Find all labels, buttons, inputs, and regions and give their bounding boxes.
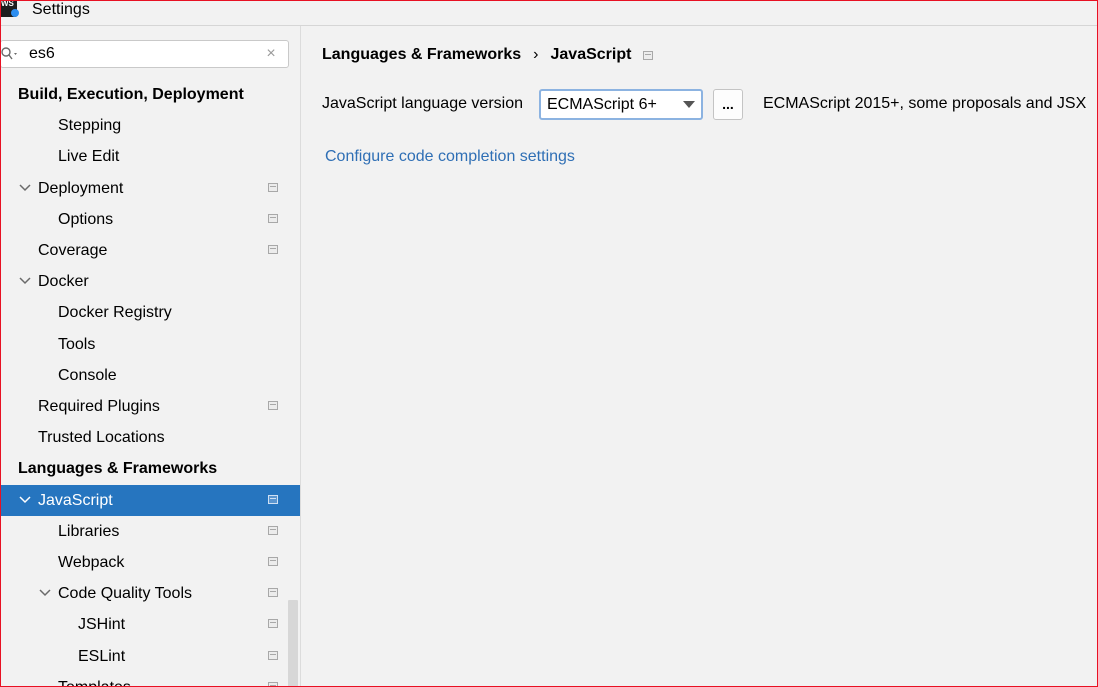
tree-item-webpack[interactable]: Webpack (1, 547, 300, 578)
chevron-down-icon[interactable] (39, 587, 51, 599)
settings-window: WS Settings × Build, Execution, Deployme… (0, 0, 1098, 687)
chevron-down-icon[interactable] (19, 182, 31, 194)
search-input[interactable] (29, 44, 249, 64)
tree-item-docker[interactable]: Docker (1, 266, 300, 297)
tree-item-label: Languages & Frameworks (18, 460, 218, 478)
settings-content: Languages & Frameworks › JavaScript JavaSc… (301, 26, 1097, 686)
tree-item-console[interactable]: Console (1, 360, 300, 391)
tree-item-label: ESLint (78, 647, 126, 665)
tree-item-deployment[interactable]: Deployment (1, 173, 300, 204)
configure-code-completion-link[interactable]: Configure code completion settings (325, 147, 575, 167)
search-box[interactable]: × (1, 40, 289, 68)
version-description: ECMAScript 2015+, some proposals and JSX (763, 95, 1087, 112)
tree-item-label: Coverage (38, 242, 108, 259)
chevron-down-icon[interactable] (19, 275, 31, 287)
js-language-version-select[interactable]: ECMAScript 6+ (539, 89, 703, 120)
settings-sidebar: × Build, Execution, Deployment Stepping Li… (1, 26, 301, 686)
project-level-icon (268, 681, 278, 686)
project-level-icon (268, 494, 278, 504)
project-level-icon (268, 557, 278, 566)
tree-item-required-plugins[interactable]: Required Plugins (1, 391, 300, 422)
tree-item-label: Trusted Locations (38, 429, 165, 447)
tree-item-label: Stepping (58, 117, 122, 135)
tree-item-libraries[interactable]: Libraries (1, 516, 300, 547)
tree-item-label: Docker Registry (58, 304, 172, 322)
project-level-icon (268, 401, 278, 410)
tree-item-javascript[interactable]: JavaScript (1, 484, 300, 516)
tree-item-label: Code Quality Tools (58, 585, 192, 603)
project-level-icon (268, 213, 278, 223)
project-level-icon (268, 525, 278, 535)
tree-item-label: Live Edit (58, 148, 120, 166)
tree-item-label: JavaScript (38, 491, 113, 509)
tree-item-label: JSHint (78, 616, 126, 634)
breadcrumb: Languages & Frameworks › JavaScript (322, 45, 631, 65)
tree-item-docker-registry[interactable]: Docker Registry (1, 297, 300, 328)
js-language-version-label: JavaScript language version (322, 95, 524, 112)
tree-item-label: Required Plugins (38, 398, 160, 415)
project-level-icon (268, 650, 278, 660)
project-level-icon (268, 588, 278, 598)
tree-item-label: Webpack (58, 554, 125, 571)
tree-item-label: Docker (38, 273, 89, 291)
chevron-down-icon[interactable] (19, 494, 31, 506)
breadcrumb-current: JavaScript (550, 46, 632, 63)
dropdown-arrow-icon[interactable] (683, 101, 695, 108)
tree-item-label: Build, Execution, Deployment (18, 86, 244, 103)
tree-item-eslint[interactable]: ESLint (1, 641, 300, 672)
tree-item-build-execution-deployment[interactable]: Build, Execution, Deployment (1, 79, 300, 110)
tree-item-coverage[interactable]: Coverage (1, 235, 300, 266)
tree-item-templates[interactable]: Templates (1, 672, 300, 686)
tree-item-label: Tools (58, 335, 96, 353)
project-level-icon (268, 182, 278, 192)
tree-item-jshint[interactable]: JSHint (1, 609, 300, 640)
tree-item-label: Options (58, 210, 114, 228)
webstorm-app-icon: WS (1, 1, 19, 17)
tree-item-label: Templates (58, 672, 131, 686)
tree-item-trusted-locations[interactable]: Trusted Locations (1, 422, 300, 453)
title-bar: WS Settings (1, 1, 1097, 26)
breadcrumb-parent[interactable]: Languages & Frameworks (322, 46, 521, 63)
search-icon[interactable] (1, 47, 21, 61)
tree-item-label: Console (58, 366, 117, 384)
tree-item-languages-frameworks[interactable]: Languages & Frameworks (1, 453, 300, 484)
tree-item-label: Deployment (38, 179, 124, 197)
more-options-button[interactable]: ... (713, 89, 743, 120)
tree-item-live-edit[interactable]: Live Edit (1, 141, 300, 172)
project-level-icon (268, 245, 278, 254)
tree-item-label: Libraries (58, 522, 120, 540)
project-level-icon (643, 51, 653, 60)
breadcrumb-separator: › (533, 46, 539, 63)
tree-item-options[interactable]: Options (1, 204, 300, 235)
clear-search-icon[interactable]: × (264, 46, 278, 62)
tree-item-stepping[interactable]: Stepping (1, 110, 300, 141)
window-title: Settings (32, 1, 90, 18)
sidebar-scrollbar[interactable] (288, 600, 298, 686)
tree-item-tools[interactable]: Tools (1, 329, 300, 360)
selected-version-value: ECMAScript 6+ (547, 96, 657, 113)
tree-item-code-quality-tools[interactable]: Code Quality Tools (1, 578, 300, 609)
project-level-icon (268, 619, 278, 629)
